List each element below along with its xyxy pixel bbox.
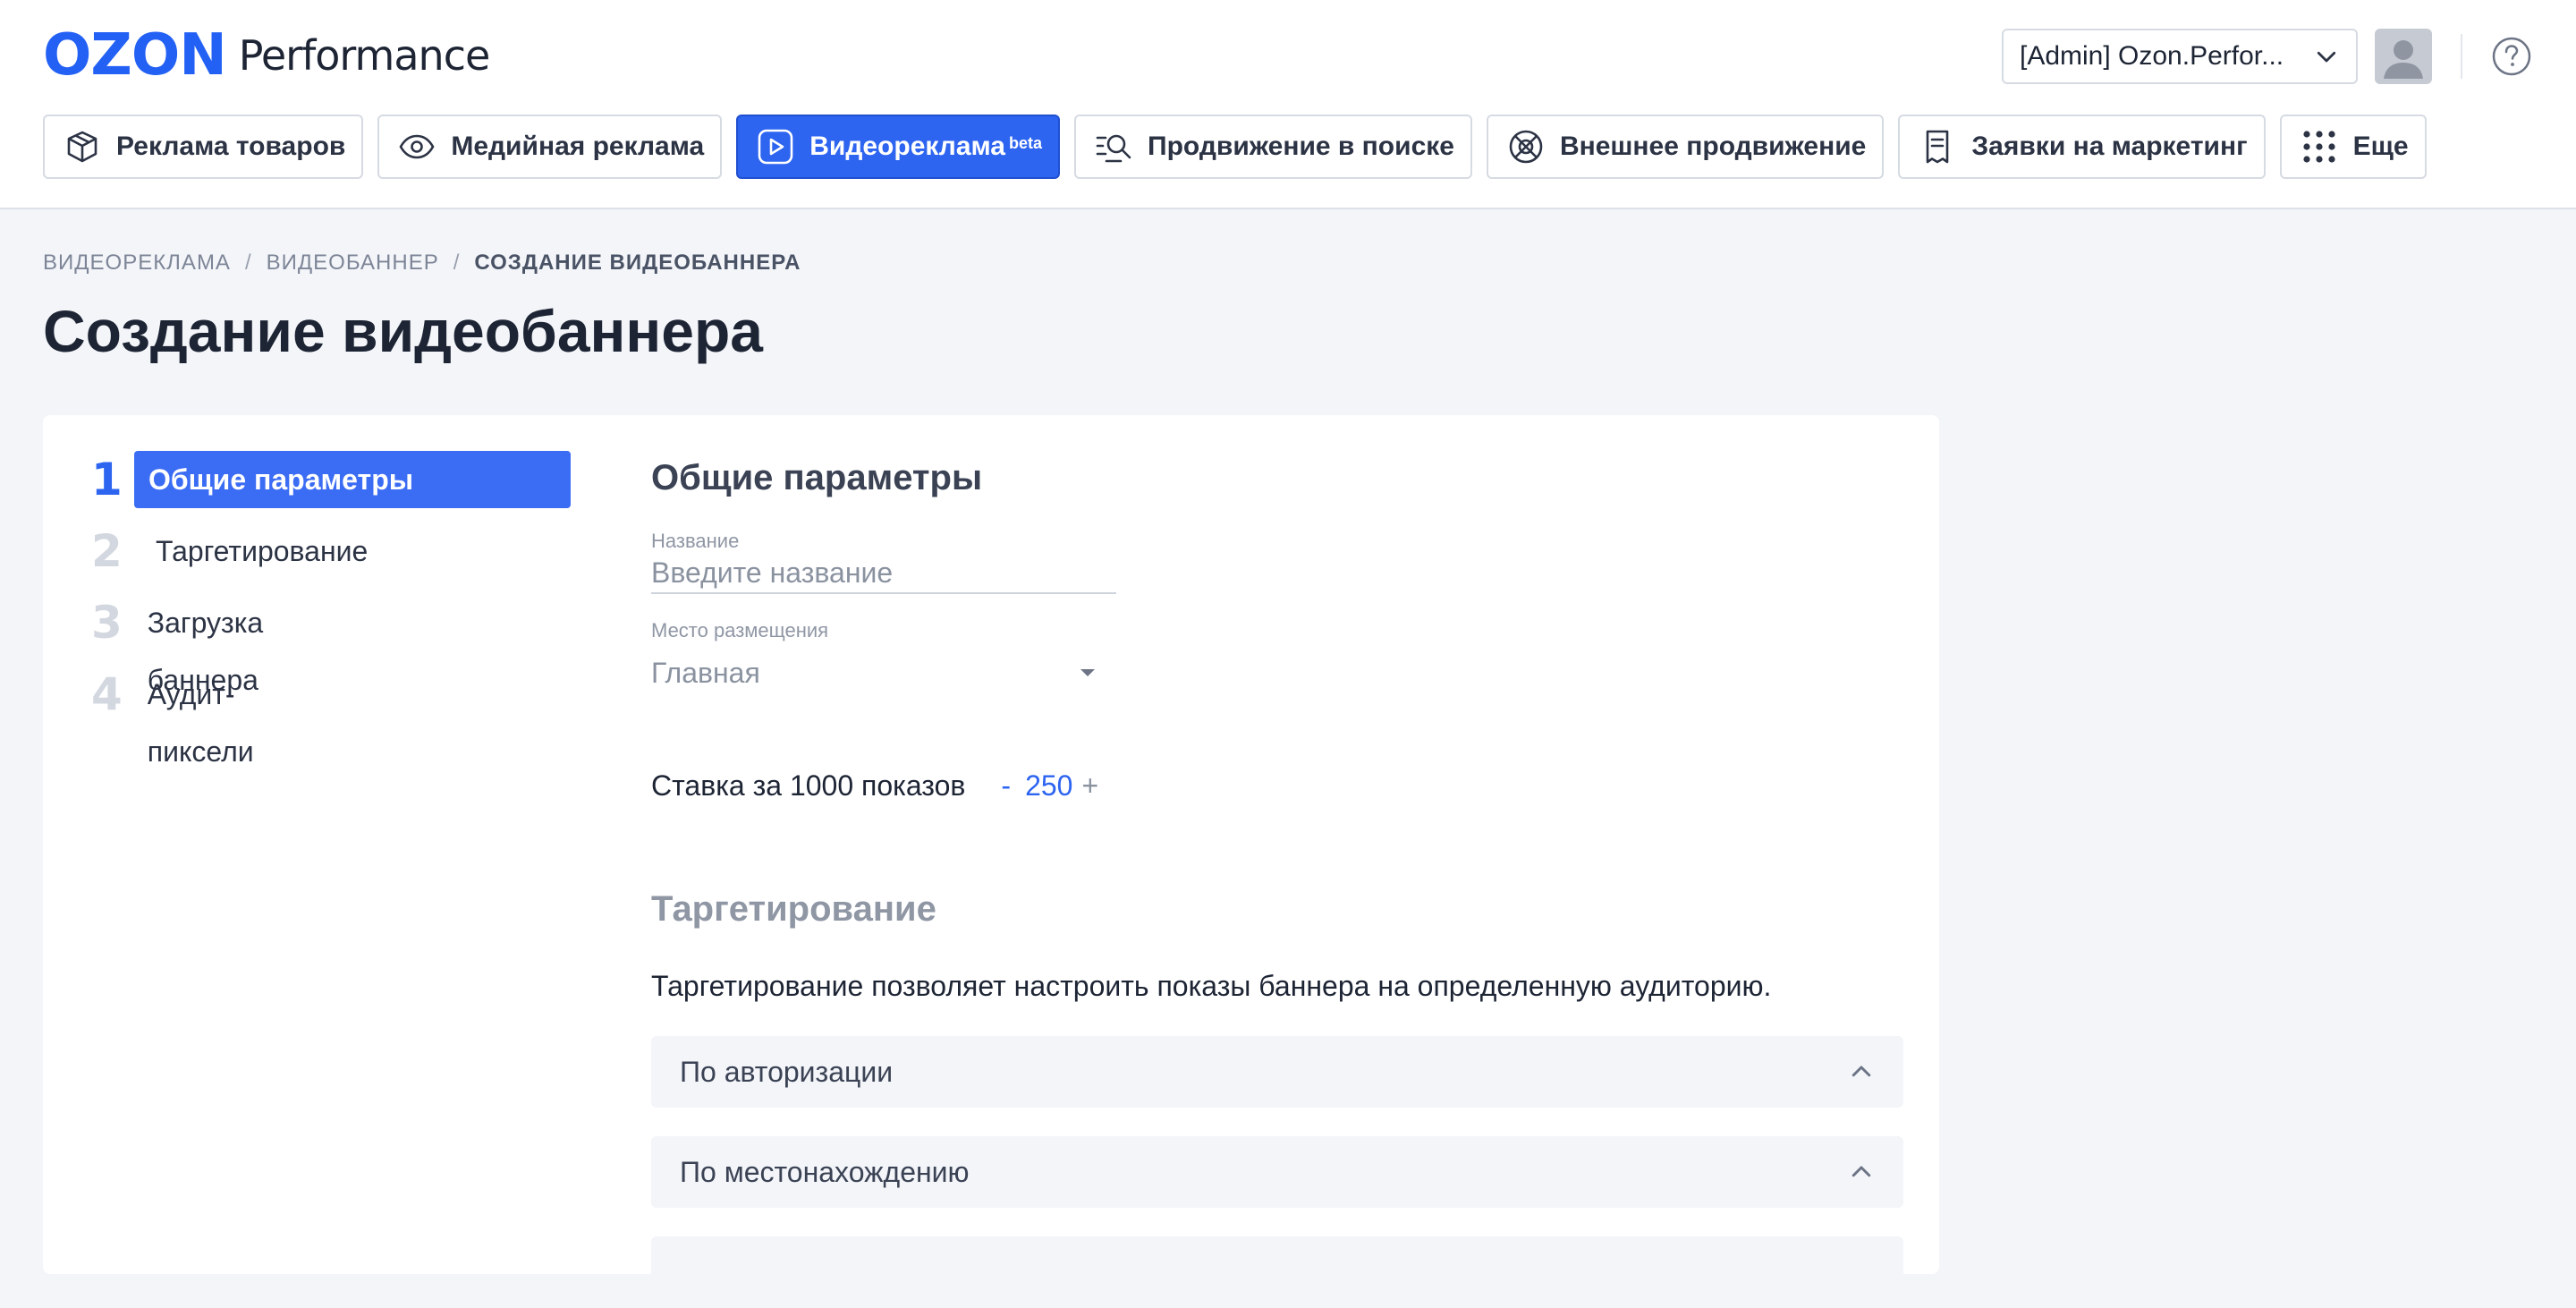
nav-video-ads[interactable]: Видеореклама beta bbox=[736, 115, 1061, 179]
crossed-circle-icon bbox=[1506, 127, 1546, 166]
step-label: Общие параметры bbox=[134, 451, 571, 508]
section-title-targeting: Таргетирование bbox=[651, 889, 936, 929]
breadcrumb-link-video-ads[interactable]: ВИДЕОРЕКЛАМА bbox=[43, 251, 231, 276]
breadcrumb-current: СОЗДАНИЕ ВИДЕОБАННЕРА bbox=[474, 251, 801, 275]
play-icon bbox=[756, 127, 795, 166]
logo-product: Performance bbox=[238, 31, 490, 80]
header-divider bbox=[2461, 34, 2462, 79]
nav-external-promotion[interactable]: Внешнее продвижение bbox=[1486, 115, 1885, 179]
nav-product-ads[interactable]: Реклама товаров bbox=[43, 115, 364, 179]
breadcrumb-separator: / bbox=[244, 251, 252, 275]
bid-label: Ставка за 1000 показов bbox=[651, 769, 966, 802]
bid-value[interactable]: 250 bbox=[1025, 769, 1072, 803]
step-number: 1 bbox=[91, 454, 123, 505]
bid-row: Ставка за 1000 показов - 250 + bbox=[651, 769, 1098, 803]
step-general-params[interactable]: 1 Общие параметры bbox=[91, 451, 571, 508]
accordion-label: По авторизации bbox=[680, 1055, 894, 1088]
question-circle-icon[interactable] bbox=[2491, 36, 2532, 77]
placement-value: Главная bbox=[651, 656, 760, 689]
step-audit-pixels[interactable]: 4 Аудит-пиксели bbox=[91, 666, 276, 768]
step-number: 3 bbox=[91, 597, 123, 649]
account-name: [Admin] Ozon.Perfor... bbox=[2020, 41, 2284, 71]
top-header: OZON Performance [Admin] Ozon.Perfor... … bbox=[0, 0, 2576, 209]
accordion-label: По местонахождению bbox=[680, 1155, 970, 1188]
nav-more[interactable]: Еще bbox=[2279, 115, 2427, 179]
accordion-authorization[interactable]: По авторизации bbox=[651, 1036, 1903, 1108]
step-label: Загрузка баннера bbox=[147, 607, 264, 696]
breadcrumb-link-video-banner[interactable]: ВИДЕОБАННЕР bbox=[267, 251, 439, 276]
ozon-performance-logo[interactable]: OZON Performance bbox=[43, 22, 490, 89]
nav-marketing-requests[interactable]: Заявки на маркетинг bbox=[1898, 115, 2266, 179]
nav-label: Продвижение в поиске bbox=[1148, 132, 1454, 161]
nav-label: Еще bbox=[2352, 132, 2409, 161]
caret-down-icon bbox=[1080, 669, 1095, 676]
step-banner-upload[interactable]: 3 Загрузка баннера bbox=[91, 594, 285, 696]
nav-label: Реклама товаров bbox=[116, 132, 346, 161]
bid-decrease-button[interactable]: - bbox=[1001, 769, 1011, 803]
page-title: Создание видеобаннера bbox=[43, 298, 763, 364]
targeting-description: Таргетирование позволяет настроить показ… bbox=[651, 970, 1772, 1002]
form-card: 1 Общие параметры 2 Таргетирование 3 Заг… bbox=[43, 415, 1939, 1308]
beta-badge: beta bbox=[1009, 133, 1043, 152]
placement-select[interactable]: Главная bbox=[651, 646, 1116, 700]
step-targeting[interactable]: 2 Таргетирование bbox=[91, 522, 382, 580]
placement-field-label: Место размещения bbox=[651, 619, 829, 641]
accordion-location[interactable]: По местонахождению bbox=[651, 1136, 1903, 1208]
nav-label: Внешнее продвижение bbox=[1559, 132, 1867, 161]
chevron-down-icon bbox=[2317, 51, 2336, 63]
name-field-label: Название bbox=[651, 530, 740, 552]
section-title-general: Общие параметры bbox=[651, 458, 983, 497]
search-list-icon bbox=[1094, 127, 1133, 166]
grid-dots-icon bbox=[2300, 127, 2339, 166]
avatar[interactable] bbox=[2375, 29, 2432, 84]
box-icon bbox=[63, 127, 102, 166]
nav-media-ads[interactable]: Медийная реклама bbox=[377, 115, 723, 179]
logo-brand: OZON bbox=[43, 22, 227, 89]
nav-search-promotion[interactable]: Продвижение в поиске bbox=[1074, 115, 1472, 179]
step-label: Аудит-пиксели bbox=[147, 678, 254, 768]
step-number: 2 bbox=[91, 525, 123, 577]
breadcrumb-separator: / bbox=[453, 251, 461, 275]
chevron-up-icon bbox=[1852, 1066, 1871, 1077]
chevron-up-icon bbox=[1852, 1166, 1871, 1177]
step-label: Таргетирование bbox=[156, 535, 369, 567]
step-number: 4 bbox=[91, 668, 123, 720]
name-input[interactable] bbox=[651, 553, 1116, 594]
receipt-icon bbox=[1918, 127, 1957, 166]
user-silhouette-icon bbox=[2384, 40, 2423, 79]
eye-icon bbox=[397, 127, 436, 166]
breadcrumb: ВИДЕОРЕКЛАМА / ВИДЕОБАННЕР / СОЗДАНИЕ ВИ… bbox=[43, 251, 801, 276]
bid-increase-button[interactable]: + bbox=[1081, 769, 1098, 803]
main-nav: Реклама товаров Медийная реклама Видеоре… bbox=[43, 115, 2427, 179]
nav-label: Медийная реклама bbox=[451, 132, 705, 161]
nav-label: Заявки на маркетинг bbox=[1971, 132, 2248, 161]
accordion-next-partial[interactable] bbox=[651, 1236, 1903, 1308]
nav-label: Видеореклама bbox=[809, 132, 1005, 161]
account-select[interactable]: [Admin] Ozon.Perfor... bbox=[2002, 29, 2358, 84]
